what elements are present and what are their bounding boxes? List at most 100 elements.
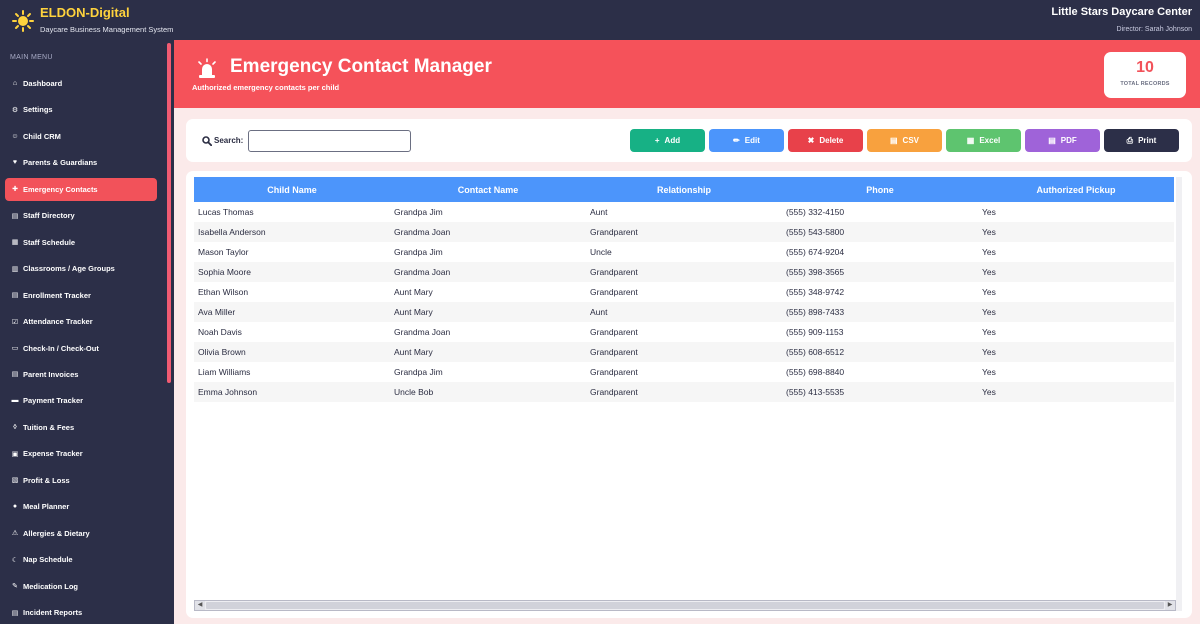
column-header[interactable]: Child Name [194,177,390,202]
sidebar-item-label: Incident Reports [23,608,83,617]
table-cell: Grandpa Jim [394,207,443,217]
total-records-card: 10 TOTAL RECORDS [1104,52,1186,98]
total-records-count: 10 [1136,59,1154,76]
table-cell: (555) 332-4150 [786,207,845,217]
sidebar-item-emergency-contacts[interactable]: ✚ Emergency Contacts [5,177,157,201]
total-records-label: TOTAL RECORDS [1120,81,1170,87]
sidebar-item-label: Payment Tracker [23,396,84,406]
sidebar-item-icon: ▦ [11,239,19,247]
sidebar-item-expense-tracker[interactable]: ▣ Expense Tracker [5,442,157,465]
sidebar-item-icon: ⚠ [11,530,19,538]
table-cell: Grandma Joan [394,267,451,277]
table-cell: Yes [982,207,996,217]
horizontal-scroll-thumb[interactable] [206,602,1164,609]
table-cell: Grandparent [590,367,638,377]
scroll-left-icon[interactable]: ◀ [195,601,205,610]
sidebar-item-icon: ☑ [11,318,19,326]
table-cell: (555) 413-5535 [786,387,845,397]
search-icon [202,136,212,146]
sidebar-item-label: Classrooms / Age Groups [23,264,115,274]
search-input[interactable] [248,130,411,152]
sidebar-item-staff-schedule[interactable]: ▦ Staff Schedule [5,231,157,254]
column-header[interactable]: Authorized Pickup [978,177,1174,202]
button-label: CSV [902,136,919,145]
table-cell: Sophia Moore [198,267,251,277]
sidebar-item-label: Check-In / Check-Out [23,343,99,353]
sidebar-item-payment-tracker[interactable]: ▬ Payment Tracker [5,389,157,412]
sidebar-item-label: Enrollment Tracker [23,290,91,300]
edit-icon: ✏ [733,136,740,145]
table-row[interactable]: Sophia Moore Grandma Joan Grandparent (555)… [194,262,1174,282]
pdf-icon: ▤ [1048,136,1056,145]
sidebar-item-tuition-fees[interactable]: ◊ Tuition & Fees [5,416,157,439]
sidebar-item-classrooms-age-groups[interactable]: ▥ Classrooms / Age Groups [5,257,157,280]
excel-button[interactable]: ▦ Excel [946,129,1021,152]
table-row[interactable]: Ava Miller Aunt Mary Aunt (555) 898-7433 Yes [194,302,1174,322]
print-button[interactable]: ⎙ Print [1104,129,1179,152]
sidebar-item-medication-log[interactable]: ✎ Medication Log [5,575,157,598]
sidebar-item-dashboard[interactable]: ⌂ Dashboard [5,72,157,95]
sidebar-item-parent-invoices[interactable]: ▤ Parent Invoices [5,363,157,386]
sidebar-item-label: Medication Log [23,581,78,591]
sidebar-item-icon: ▥ [11,265,19,273]
column-header[interactable]: Phone [782,177,978,202]
sidebar-item-icon: ▤ [11,371,19,379]
sidebar-item-check-in-check-out[interactable]: ▭ Check-In / Check-Out [5,337,157,360]
table-row[interactable]: Liam Williams Grandpa Jim Grandparent (555)… [194,362,1174,382]
table-cell: Grandma Joan [394,227,451,237]
horizontal-scrollbar[interactable]: ◀ ▶ [194,600,1176,611]
table-cell: Grandparent [590,387,638,397]
search-label: Search: [214,136,244,145]
table-row[interactable]: Ethan Wilson Aunt Mary Grandparent (555) 34… [194,282,1174,302]
sidebar-item-allergies-dietary[interactable]: ⚠ Allergies & Dietary [5,522,157,545]
vertical-scroll-track[interactable] [1176,177,1182,611]
csv-button[interactable]: ▤ CSV [867,129,942,152]
sidebar-scrollbar[interactable] [167,43,171,383]
sidebar-item-child-crm[interactable]: ☺ Child CRM [5,125,157,148]
sidebar-item-label: Staff Directory [23,211,75,221]
pdf-button[interactable]: ▤ PDF [1025,129,1100,152]
sidebar-item-nap-schedule[interactable]: ☾ Nap Schedule [5,548,157,571]
edit-button[interactable]: ✏ Edit [709,129,784,152]
sidebar-item-icon: ▤ [11,609,19,617]
table-cell: (555) 398-3565 [786,267,845,277]
table-cell: Yes [982,367,996,377]
delete-icon: ✖ [807,136,815,145]
button-label: Add [664,136,681,145]
delete-button[interactable]: ✖ Delete [788,129,863,152]
table-cell: (555) 698-8840 [786,367,845,377]
sidebar-item-incident-reports[interactable]: ▤ Incident Reports [5,601,157,624]
table-cell: Liam Williams [198,367,251,377]
add-button[interactable]: + Add [630,129,705,152]
sidebar-item-enrollment-tracker[interactable]: ▤ Enrollment Tracker [5,284,157,307]
table-row[interactable]: Isabella Anderson Grandma Joan Grandparent… [194,222,1174,242]
sidebar-item-staff-directory[interactable]: ▤ Staff Directory [5,204,157,227]
sidebar-item-icon: ☾ [11,556,19,564]
table-row[interactable]: Olivia Brown Aunt Mary Grandparent (555) 60… [194,342,1174,362]
sidebar-item-meal-planner[interactable]: ● Meal Planner [5,495,157,518]
column-header[interactable]: Relationship [586,177,782,202]
table-row[interactable]: Noah Davis Grandma Joan Grandparent (555) 9… [194,322,1174,342]
sidebar-item-profit-loss[interactable]: ▧ Profit & Loss [5,469,157,492]
table-cell: Grandpa Jim [394,367,443,377]
table-cell: Aunt [590,307,608,317]
sidebar-item-icon: ▧ [11,477,19,485]
table-cell: Grandparent [590,347,638,357]
scroll-right-icon[interactable]: ▶ [1165,601,1175,610]
sidebar-item-settings[interactable]: ⚙ Settings [5,98,157,121]
table-cell: Grandparent [590,227,638,237]
sidebar-item-icon: ☺ [11,132,19,140]
page-title: Emergency Contact Manager [230,56,492,77]
sidebar-item-icon: ✚ [12,186,18,194]
table-card: Child Name Contact Name Relationship Phone A… [186,171,1192,618]
table-cell: Yes [982,327,996,337]
sidebar-item-parents-guardians[interactable]: ♥ Parents & Guardians [5,151,157,174]
table-row[interactable]: Mason Taylor Grandpa Jim Uncle (555) 674-92… [194,242,1174,262]
sidebar-item-attendance-tracker[interactable]: ☑ Attendance Tracker [5,310,157,333]
top-bar: ELDON-Digital Daycare Business Managemen… [0,0,1200,40]
column-header[interactable]: Contact Name [390,177,586,202]
table-cell: Aunt [590,207,608,217]
table-row[interactable]: Emma Johnson Uncle Bob Grandparent (555) 41… [194,382,1174,402]
sidebar-item-icon: ▭ [11,345,19,352]
table-row[interactable]: Lucas Thomas Grandpa Jim Aunt (555) 332-415… [194,202,1174,222]
